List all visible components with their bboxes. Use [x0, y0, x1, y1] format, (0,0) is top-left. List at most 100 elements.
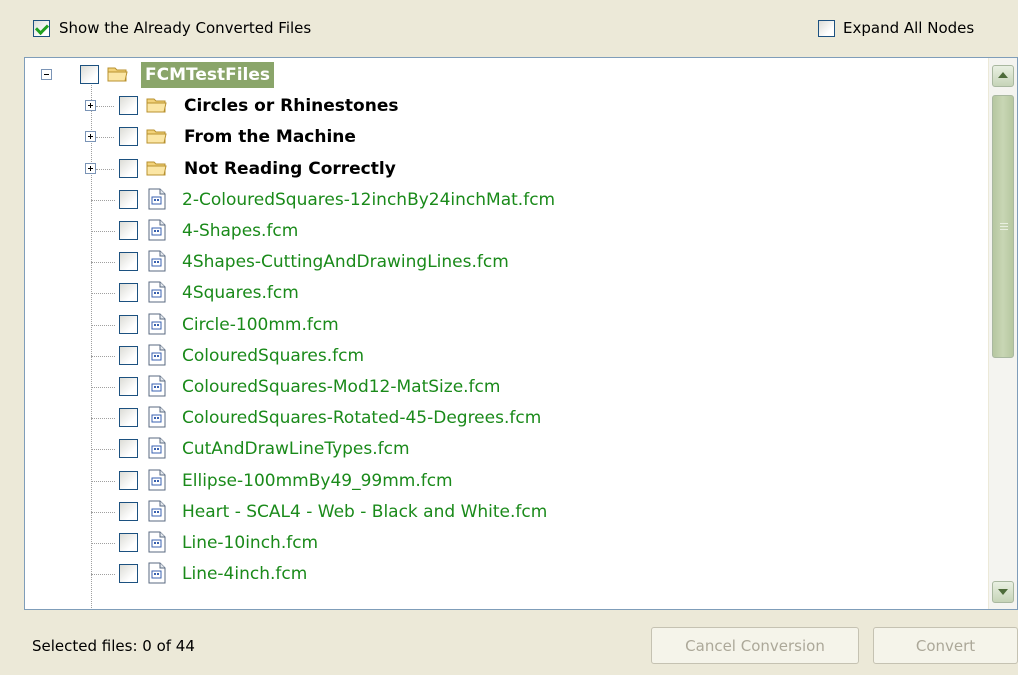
fcm-file-icon — [148, 437, 166, 459]
tree-connector — [96, 106, 114, 108]
node-checkbox[interactable] — [119, 127, 138, 147]
arrow-up-icon — [998, 72, 1008, 78]
node-label: CutAndDrawLineTypes.fcm — [182, 439, 410, 460]
tree-node-root[interactable]: FCMTestFiles — [25, 60, 985, 91]
expand-all-label[interactable]: Expand All Nodes — [843, 19, 974, 37]
node-checkbox[interactable] — [119, 501, 138, 521]
scroll-thumb[interactable] — [992, 95, 1014, 358]
tree-node-file[interactable]: 4-Shapes.fcm — [25, 216, 985, 247]
node-label: 4-Shapes.fcm — [182, 221, 299, 241]
node-checkbox[interactable] — [119, 533, 138, 552]
convert-button[interactable]: Convert — [873, 627, 1018, 664]
node-label: Circle-100mm.fcm — [182, 314, 339, 335]
folder-open-icon — [107, 64, 129, 84]
node-label: Not Reading Correctly — [184, 158, 396, 179]
folder-open-icon — [146, 158, 168, 178]
fcm-file-icon — [148, 344, 166, 366]
node-label: 2-ColouredSquares-12inchBy24inchMat.fcm — [182, 189, 556, 210]
folder-open-icon — [146, 126, 168, 146]
node-checkbox[interactable] — [119, 439, 138, 459]
tree-connector — [91, 293, 115, 295]
tree-connector — [96, 137, 114, 139]
expand-icon[interactable] — [85, 131, 96, 143]
node-checkbox[interactable] — [119, 252, 138, 272]
node-label: 4Shapes-CuttingAndDrawingLines.fcm — [182, 252, 509, 273]
node-label: Heart - SCAL4 - Web - Black and White.fc… — [182, 501, 548, 522]
fcm-file-icon — [148, 281, 166, 303]
fcm-file-icon — [148, 313, 166, 335]
tree-node-folder[interactable]: Not Reading Correctly — [25, 154, 985, 185]
expand-icon[interactable] — [85, 100, 96, 112]
node-label: ColouredSquares.fcm — [182, 345, 365, 366]
node-label: Line-4inch.fcm — [182, 564, 308, 585]
tree-node-file[interactable]: Line-10inch.fcm — [25, 528, 985, 559]
node-label: ColouredSquares-Mod12-MatSize.fcm — [182, 377, 501, 397]
tree-node-file[interactable]: Circle-100mm.fcm — [25, 310, 985, 341]
node-checkbox[interactable] — [119, 345, 138, 365]
fcm-file-icon — [148, 531, 166, 553]
fcm-file-icon — [148, 219, 166, 241]
node-label: 4Squares.fcm — [182, 283, 299, 304]
tree-node-file[interactable]: 4Shapes-CuttingAndDrawingLines.fcm — [25, 247, 985, 278]
node-label: From the Machine — [184, 127, 356, 148]
expand-all-checkbox[interactable] — [818, 20, 835, 37]
file-tree[interactable]: FCMTestFiles Circles or Rhinestones From t… — [24, 57, 1018, 610]
scroll-down-button[interactable] — [992, 581, 1014, 603]
node-checkbox[interactable] — [119, 96, 138, 116]
grip-icon — [1000, 226, 1008, 227]
vertical-scrollbar[interactable] — [988, 58, 1017, 609]
tree-node-file[interactable]: Ellipse-100mmBy49_99mm.fcm — [25, 466, 985, 497]
fcm-file-icon — [148, 250, 166, 272]
tree-connector — [96, 168, 114, 170]
arrow-down-icon — [998, 589, 1008, 595]
scroll-up-button[interactable] — [992, 65, 1014, 87]
node-checkbox[interactable] — [119, 314, 138, 334]
grip-icon — [1000, 229, 1008, 230]
fcm-file-icon — [148, 375, 166, 397]
node-checkbox[interactable] — [119, 470, 138, 490]
folder-open-icon — [146, 95, 168, 115]
tree-node-file[interactable]: CutAndDrawLineTypes.fcm — [25, 434, 985, 465]
options-bar: Show the Already Converted Files Expand … — [0, 0, 1018, 56]
node-checkbox[interactable] — [119, 221, 138, 240]
tree-connector — [91, 543, 115, 544]
node-label: Circles or Rhinestones — [184, 96, 399, 117]
tree-node-file[interactable]: ColouredSquares.fcm — [25, 341, 985, 372]
node-checkbox[interactable] — [119, 189, 138, 209]
tree-node-file[interactable]: 4Squares.fcm — [25, 278, 985, 309]
collapse-icon[interactable] — [41, 69, 52, 80]
tree-node-file[interactable]: ColouredSquares-Mod12-MatSize.fcm — [25, 372, 985, 403]
show-converted-checkbox[interactable] — [33, 20, 50, 37]
node-label: FCMTestFiles — [141, 62, 275, 88]
tree-node-folder[interactable]: Circles or Rhinestones — [25, 91, 985, 122]
fcm-file-icon — [148, 500, 166, 522]
node-checkbox[interactable] — [119, 408, 138, 428]
cancel-conversion-button[interactable]: Cancel Conversion — [651, 627, 859, 664]
node-checkbox[interactable] — [119, 158, 138, 178]
node-label: ColouredSquares-Rotated-45-Degrees.fcm — [182, 408, 542, 429]
node-label: Line-10inch.fcm — [182, 533, 319, 553]
tree-node-file[interactable]: 2-ColouredSquares-12inchBy24inchMat.fcm — [25, 185, 985, 216]
node-checkbox[interactable] — [80, 65, 99, 84]
tree-connector — [91, 199, 115, 201]
tree-node-file[interactable]: Line-4inch.fcm — [25, 559, 985, 590]
tree-node-folder[interactable]: From the Machine — [25, 122, 985, 153]
node-label: Ellipse-100mmBy49_99mm.fcm — [182, 470, 453, 491]
tree-connector — [91, 511, 115, 513]
tree-connector — [91, 480, 115, 482]
show-converted-label[interactable]: Show the Already Converted Files — [59, 19, 311, 37]
node-checkbox[interactable] — [119, 564, 138, 584]
fcm-file-icon — [148, 562, 166, 584]
tree-connector — [91, 355, 115, 357]
grip-icon — [1000, 223, 1008, 224]
tree-connector — [91, 387, 115, 388]
tree-node-file[interactable]: ColouredSquares-Rotated-45-Degrees.fcm — [25, 403, 985, 434]
tree-connector — [91, 449, 115, 451]
tree-connector — [91, 262, 115, 264]
node-checkbox[interactable] — [119, 377, 138, 396]
node-checkbox[interactable] — [119, 283, 138, 303]
tree-node-file[interactable]: Heart - SCAL4 - Web - Black and White.fc… — [25, 497, 985, 528]
selected-files-status: Selected files: 0 of 44 — [32, 637, 195, 655]
expand-icon[interactable] — [85, 162, 96, 174]
tree-connector — [91, 231, 115, 232]
